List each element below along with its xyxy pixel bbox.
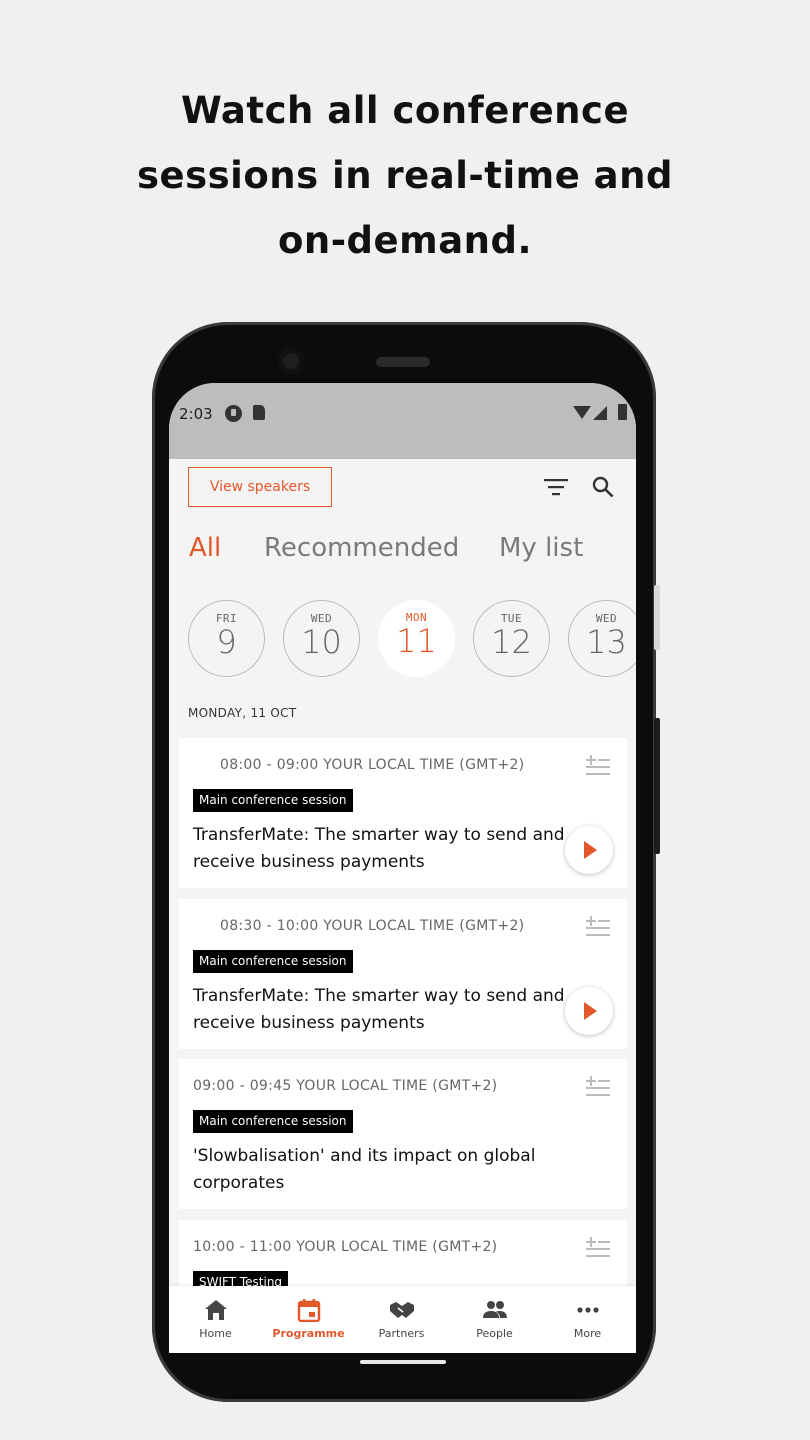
session-time: 10:00 - 11:00 YOUR LOCAL TIME (GMT+2) xyxy=(193,1239,498,1255)
phone-side-button xyxy=(654,718,660,854)
sd-card-icon xyxy=(253,405,265,420)
people-icon xyxy=(483,1301,507,1318)
nav-label: More xyxy=(573,1327,602,1340)
home-indicator[interactable] xyxy=(360,1360,446,1364)
session-card[interactable]: 08:30 - 10:00 YOUR LOCAL TIME (GMT+2) Ma… xyxy=(179,899,627,1049)
tab-my-list[interactable]: My list xyxy=(499,533,583,563)
nav-label: Home xyxy=(199,1327,232,1340)
date-picker: FRI 9 WED 10 MON 11 TUE 12 WED 13 xyxy=(188,600,636,678)
headline-line: Watch all conference xyxy=(180,89,630,132)
play-button[interactable] xyxy=(565,987,613,1035)
date-day: 10 xyxy=(301,623,342,661)
phone-speaker xyxy=(376,357,430,367)
calendar-icon xyxy=(297,1299,321,1322)
nav-people[interactable]: People xyxy=(448,1286,541,1353)
notification-icon xyxy=(225,405,242,422)
tab-recommended[interactable]: Recommended xyxy=(264,533,459,563)
date-day: 13 xyxy=(586,623,627,661)
date-day: 11 xyxy=(396,622,437,660)
tab-all[interactable]: All xyxy=(189,533,221,563)
nav-programme[interactable]: Programme xyxy=(262,1286,355,1353)
add-to-list-icon[interactable] xyxy=(585,915,611,937)
status-bar: 2:03 xyxy=(169,383,636,459)
battery-icon xyxy=(618,404,627,420)
camera-icon xyxy=(278,348,304,374)
date-day: 12 xyxy=(491,623,532,661)
date-mon-11[interactable]: MON 11 xyxy=(378,600,455,677)
nav-label: Partners xyxy=(378,1327,425,1340)
headline-line: on-demand. xyxy=(277,219,533,262)
session-type-badge: Main conference session xyxy=(193,1110,353,1133)
session-title[interactable]: 'Slowbalisation' and its impact on globa… xyxy=(193,1143,573,1197)
session-card[interactable]: 09:00 - 09:45 YOUR LOCAL TIME (GMT+2) Ma… xyxy=(179,1059,627,1209)
app-screen: 2:03 View speakers All Recommended My li… xyxy=(169,383,636,1353)
more-icon xyxy=(577,1307,599,1313)
headline: Watch all conference sessions in real-ti… xyxy=(0,78,810,273)
status-time: 2:03 xyxy=(179,405,213,423)
add-to-list-icon[interactable] xyxy=(585,1236,611,1258)
session-time: 08:00 - 09:00 YOUR LOCAL TIME (GMT+2) xyxy=(220,757,525,773)
home-icon xyxy=(205,1300,227,1320)
date-heading: MONDAY, 11 OCT xyxy=(188,706,297,720)
session-time: 08:30 - 10:00 YOUR LOCAL TIME (GMT+2) xyxy=(220,918,525,934)
handshake-icon xyxy=(390,1302,414,1318)
phone-side-button xyxy=(654,585,660,650)
search-icon[interactable] xyxy=(591,475,615,499)
session-card[interactable]: 08:00 - 09:00 YOUR LOCAL TIME (GMT+2) Ma… xyxy=(179,738,627,888)
add-to-list-icon[interactable] xyxy=(585,754,611,776)
date-tue-12[interactable]: TUE 12 xyxy=(473,600,550,677)
session-title[interactable]: TransferMate: The smarter way to send an… xyxy=(193,983,573,1037)
nav-partners[interactable]: Partners xyxy=(355,1286,448,1353)
session-type-badge: Main conference session xyxy=(193,789,353,812)
date-wed-10[interactable]: WED 10 xyxy=(283,600,360,677)
bottom-nav: Home Programme Partners People More xyxy=(169,1286,636,1353)
filter-icon[interactable] xyxy=(544,477,568,497)
date-fri-9[interactable]: FRI 9 xyxy=(188,600,265,677)
nav-home[interactable]: Home xyxy=(169,1286,262,1353)
add-to-list-icon[interactable] xyxy=(585,1075,611,1097)
signal-icon xyxy=(593,406,607,420)
session-title[interactable]: TransferMate: The smarter way to send an… xyxy=(193,822,573,876)
view-speakers-button[interactable]: View speakers xyxy=(188,467,332,507)
play-button[interactable] xyxy=(565,826,613,874)
headline-line: sessions in real-time and xyxy=(137,154,673,197)
nav-label: People xyxy=(476,1327,513,1340)
nav-label: Programme xyxy=(272,1327,345,1340)
nav-more[interactable]: More xyxy=(541,1286,634,1353)
session-time: 09:00 - 09:45 YOUR LOCAL TIME (GMT+2) xyxy=(193,1078,498,1094)
wifi-icon xyxy=(573,406,591,419)
session-type-badge: Main conference session xyxy=(193,950,353,973)
date-day: 9 xyxy=(216,623,237,661)
date-wed-13[interactable]: WED 13 xyxy=(568,600,636,677)
